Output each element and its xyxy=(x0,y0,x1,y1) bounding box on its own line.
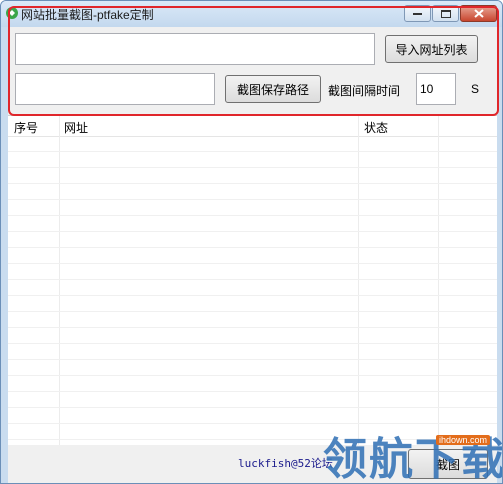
url-table[interactable]: 序号 网址 状态 xyxy=(8,115,497,456)
table-row xyxy=(8,263,497,264)
close-button[interactable] xyxy=(460,5,497,22)
credit-text: luckfish@52论坛 xyxy=(238,457,333,470)
save-path-input[interactable] xyxy=(15,73,215,105)
app-window: 网站批量截图-ptfake定制 导入网址列表 截图保存路径 截图间隔时间 S 序… xyxy=(0,0,503,484)
table-row xyxy=(8,183,497,184)
footer: luckfish@52论坛 截图 领航下载 ihdown.com xyxy=(8,434,502,483)
save-path-button[interactable]: 截图保存路径 xyxy=(225,75,321,103)
maximize-icon xyxy=(433,6,458,21)
url-input[interactable] xyxy=(15,33,375,65)
interval-input[interactable] xyxy=(416,73,456,105)
close-icon xyxy=(461,6,496,21)
client-area: 导入网址列表 截图保存路径 截图间隔时间 S 序号 网址 状态 luckfish… xyxy=(8,6,502,483)
minimize-button[interactable] xyxy=(404,5,431,22)
table-row xyxy=(8,311,497,312)
interval-label: 截图间隔时间 xyxy=(328,84,401,98)
table-row xyxy=(8,199,497,200)
table-row xyxy=(8,151,497,152)
column-header-url[interactable]: 网址 xyxy=(64,119,88,136)
table-rows xyxy=(8,136,497,456)
table-row xyxy=(8,231,497,232)
table-header: 序号 网址 状态 xyxy=(8,116,497,137)
table-row xyxy=(8,407,497,408)
table-row xyxy=(8,247,497,248)
table-row xyxy=(8,343,497,344)
import-url-list-button[interactable]: 导入网址列表 xyxy=(385,35,478,63)
table-row xyxy=(8,391,497,392)
column-header-status[interactable]: 状态 xyxy=(364,119,388,136)
watermark-logo: 领航下载 xyxy=(323,434,503,484)
maximize-button[interactable] xyxy=(432,5,459,22)
minimize-icon xyxy=(405,6,430,21)
table-row xyxy=(8,167,497,168)
table-row xyxy=(8,295,497,296)
column-header-index[interactable]: 序号 xyxy=(14,119,38,136)
table-row xyxy=(8,327,497,328)
interval-unit: S xyxy=(471,82,480,96)
window-title: 网站批量截图-ptfake定制 xyxy=(21,8,154,22)
table-row xyxy=(8,215,497,216)
app-icon xyxy=(6,7,18,19)
watermark-badge: ihdown.com xyxy=(436,435,491,445)
table-row xyxy=(8,375,497,376)
table-row xyxy=(8,279,497,280)
table-row xyxy=(8,359,497,360)
title-bar[interactable]: 网站批量截图-ptfake定制 xyxy=(1,1,502,27)
